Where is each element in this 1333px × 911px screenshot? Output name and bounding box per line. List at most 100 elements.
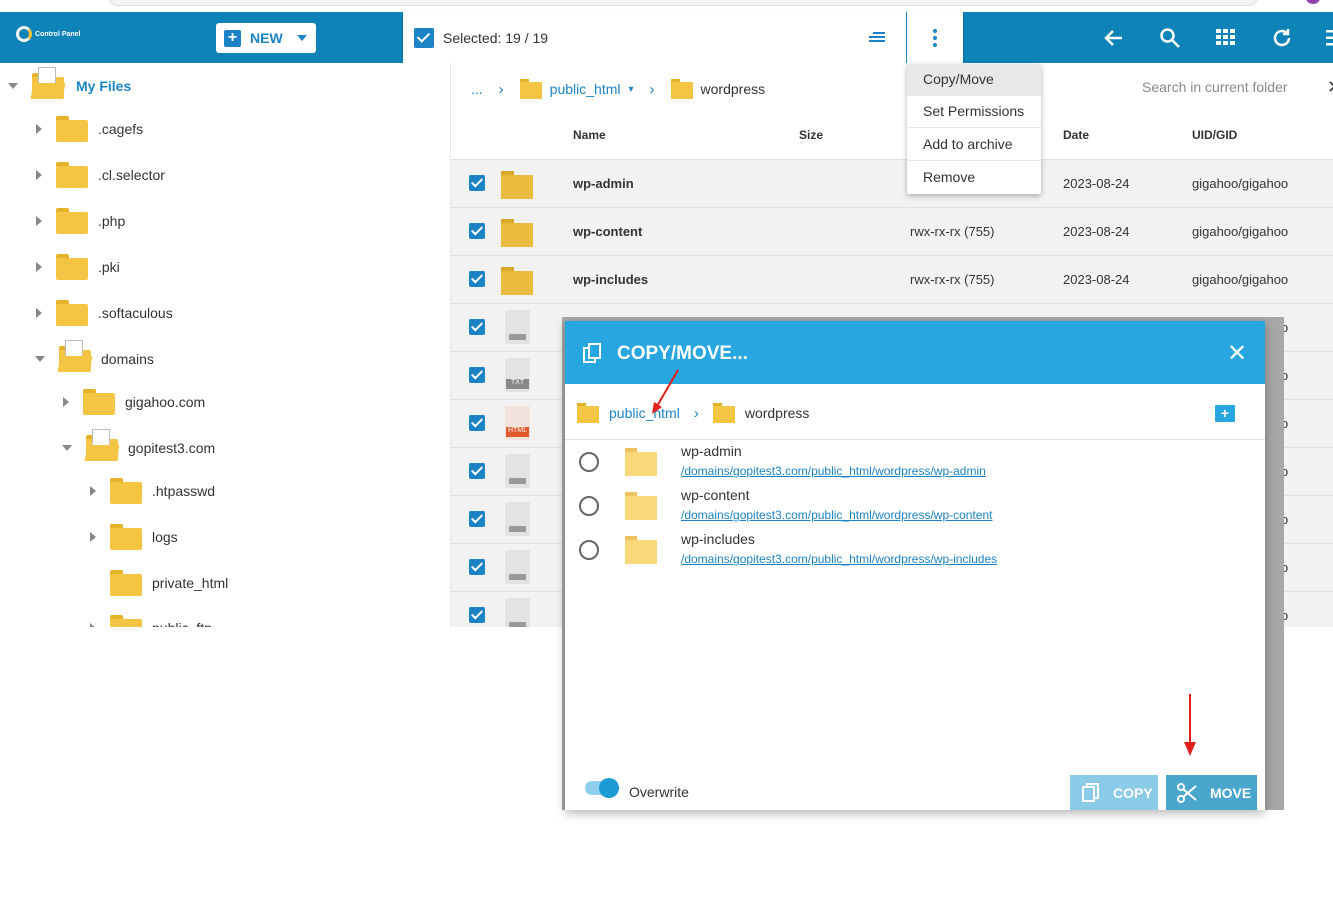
tree-item[interactable]: private_html	[90, 568, 228, 598]
row-name[interactable]: wp-admin	[573, 176, 634, 191]
row-date: 2023-08-24	[1063, 224, 1130, 239]
row-uid: gigahoo/gigahoo	[1192, 176, 1289, 191]
row-checkbox[interactable]	[469, 175, 485, 191]
row-checkbox[interactable]	[469, 559, 485, 575]
overwrite-toggle[interactable]	[585, 778, 619, 798]
destination-path-link[interactable]: /domains/gopitest3.com/public_html/wordp…	[681, 508, 992, 522]
folder-icon	[56, 300, 88, 326]
row-checkbox[interactable]	[469, 415, 485, 431]
tree-label: private_html	[152, 575, 229, 591]
menu-item-remove[interactable]: Remove	[907, 162, 1041, 194]
menu-item-set-permissions[interactable]: Set Permissions	[907, 96, 1041, 128]
search-input[interactable]: Search in current folder	[1142, 79, 1288, 95]
expand-toggle-icon[interactable]	[90, 532, 96, 542]
tree-item[interactable]: .cagefs	[36, 114, 143, 144]
destination-name: wp-includes	[681, 531, 755, 547]
folder-icon	[577, 403, 601, 423]
tree-label: gigahoo.com	[125, 394, 206, 410]
tree-item[interactable]: .pki	[36, 252, 120, 282]
expand-toggle-icon[interactable]	[63, 397, 69, 407]
row-checkbox[interactable]	[469, 367, 485, 383]
destination-radio[interactable]	[579, 452, 599, 472]
select-all-checkbox[interactable]	[414, 28, 434, 48]
destination-path-link[interactable]: /domains/gopitest3.com/public_html/wordp…	[681, 552, 997, 566]
expand-toggle-icon[interactable]	[35, 356, 45, 362]
close-icon[interactable]: ✕	[1327, 77, 1333, 98]
caret-down-icon[interactable]	[296, 35, 307, 41]
expand-toggle-icon[interactable]	[36, 308, 42, 318]
expand-toggle-icon[interactable]	[36, 124, 42, 134]
tree-item[interactable]: .php	[36, 206, 125, 236]
row-checkbox[interactable]	[469, 271, 485, 287]
back-arrow-icon[interactable]	[1103, 27, 1125, 49]
row-name[interactable]: wp-includes	[573, 272, 648, 287]
tree-label: gopitest3.com	[128, 440, 216, 456]
file-icon	[505, 550, 530, 584]
logo-mark-icon	[16, 26, 32, 42]
breadcrumb-ellipsis[interactable]: ...	[471, 81, 483, 97]
file-icon	[505, 598, 530, 627]
expand-toggle-icon[interactable]	[8, 83, 18, 89]
menu-icon[interactable]	[1326, 30, 1333, 46]
expand-toggle-icon[interactable]	[36, 262, 42, 272]
expand-toggle-icon[interactable]	[36, 170, 42, 180]
column-size[interactable]: Size	[799, 128, 823, 142]
annotation-arrow-icon	[1184, 694, 1196, 756]
file-type-tag: TXT	[506, 379, 529, 389]
row-checkbox[interactable]	[469, 607, 485, 623]
selection-divider	[906, 12, 907, 63]
more-vertical-icon[interactable]	[932, 29, 938, 47]
chevron-right-icon: ›	[693, 404, 699, 422]
new-button[interactable]: + NEW	[216, 23, 316, 53]
tree-item[interactable]: .htpasswd	[90, 476, 215, 506]
folder-open-icon	[84, 429, 120, 461]
file-icon	[505, 502, 530, 536]
expand-toggle-icon[interactable]	[90, 486, 96, 496]
row-checkbox[interactable]	[469, 511, 485, 527]
row-name[interactable]: wp-content	[573, 224, 642, 239]
menu-item-add-to-archive[interactable]: Add to archive	[907, 129, 1041, 161]
tree-item[interactable]: logs	[90, 522, 178, 552]
row-checkbox[interactable]	[469, 223, 485, 239]
row-checkbox[interactable]	[469, 463, 485, 479]
tree-root-my-files[interactable]: My Files	[8, 67, 131, 101]
tree-item[interactable]: gopitest3.com	[62, 429, 216, 463]
refresh-icon[interactable]	[1271, 27, 1293, 49]
column-name[interactable]: Name	[573, 128, 606, 142]
sort-lines-icon[interactable]	[869, 32, 885, 44]
table-row[interactable]: wp-includes rwx-rx-rx (755) 2023-08-24 g…	[451, 255, 1333, 303]
tree-item[interactable]: .cl.selector	[36, 160, 165, 190]
destination-radio[interactable]	[579, 540, 599, 560]
table-row[interactable]: wp-admin 2023-08-24 gigahoo/gigahoo	[451, 159, 1333, 207]
tree-item[interactable]: gigahoo.com	[63, 387, 205, 417]
row-checkbox[interactable]	[469, 319, 485, 335]
table-row[interactable]: wp-content rwx-rx-rx (755) 2023-08-24 gi…	[451, 207, 1333, 255]
search-icon[interactable]	[1159, 27, 1181, 49]
menu-item-copy-move[interactable]: Copy/Move	[907, 64, 1041, 96]
copy-button[interactable]: COPY	[1070, 775, 1158, 810]
expand-toggle-icon[interactable]	[90, 623, 96, 627]
tree-item[interactable]: public_ftp	[90, 613, 212, 627]
folder-icon	[110, 524, 142, 550]
destination-path-link[interactable]: /domains/gopitest3.com/public_html/wordp…	[681, 464, 986, 478]
column-uid[interactable]: UID/GID	[1192, 128, 1237, 142]
chevron-right-icon: ›	[498, 80, 504, 98]
logo[interactable]: Control Panel	[16, 26, 81, 42]
close-icon[interactable]: ✕	[1227, 339, 1247, 368]
folder-icon	[56, 116, 88, 142]
tree-item[interactable]: domains	[35, 340, 154, 374]
move-button[interactable]: MOVE	[1166, 775, 1257, 810]
expand-toggle-icon[interactable]	[62, 445, 72, 451]
selection-bar: Selected: 19 / 19	[403, 12, 963, 63]
chevron-down-icon[interactable]: ▾	[629, 84, 634, 95]
breadcrumb-parent[interactable]: public_html	[550, 81, 621, 97]
new-folder-icon[interactable]: +	[1215, 405, 1235, 422]
destination-radio[interactable]	[579, 496, 599, 516]
tree-item[interactable]: .softaculous	[36, 298, 173, 328]
folder-icon	[501, 219, 533, 247]
column-date[interactable]: Date	[1063, 128, 1089, 142]
browser-profile-icon[interactable]	[1306, 0, 1320, 4]
folder-icon	[670, 79, 693, 99]
grid-icon[interactable]	[1216, 29, 1235, 46]
expand-toggle-icon[interactable]	[36, 216, 42, 226]
